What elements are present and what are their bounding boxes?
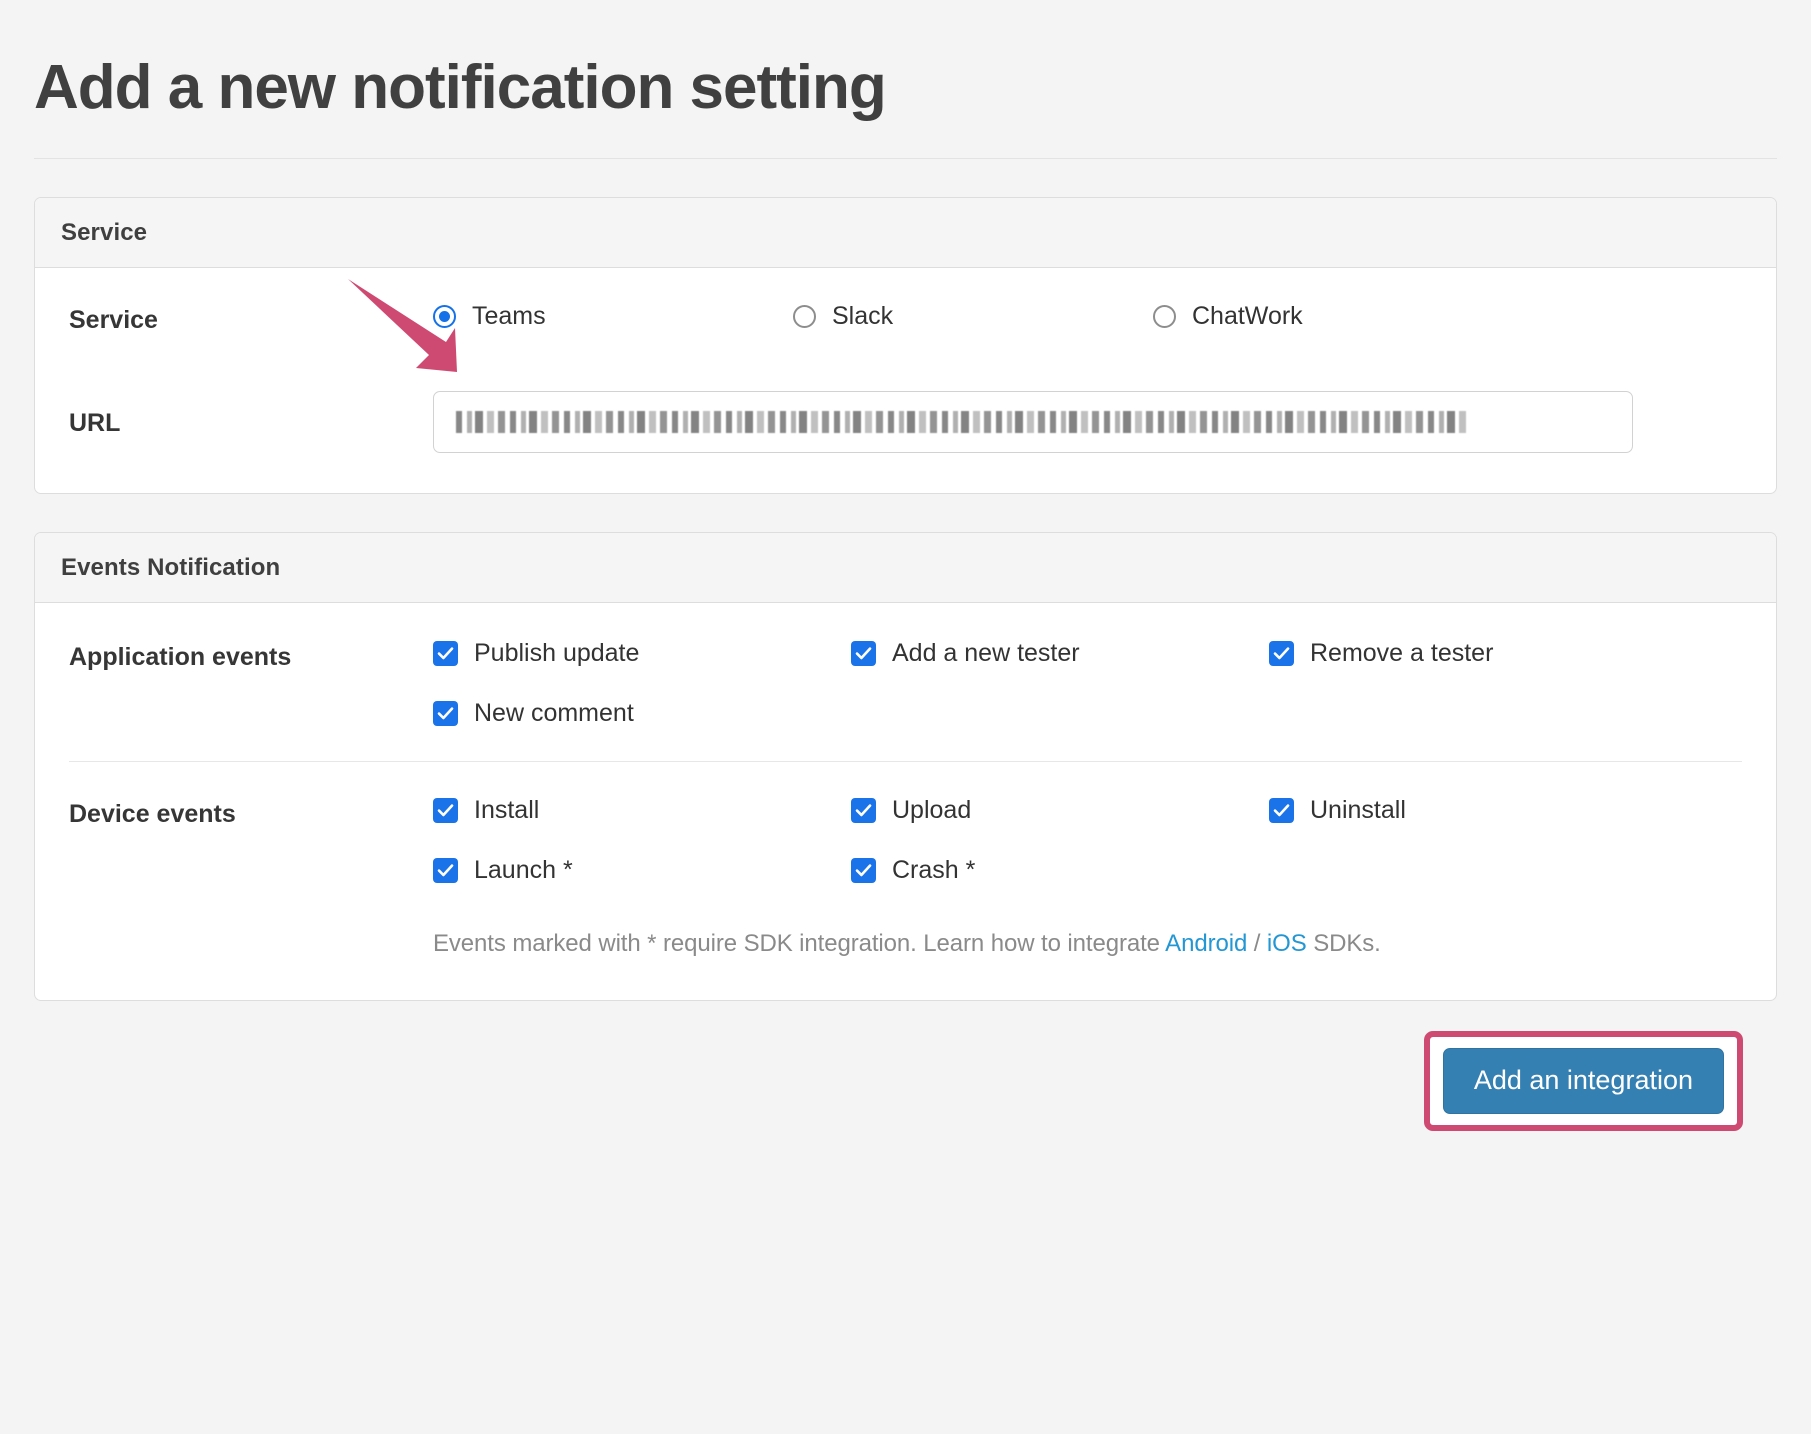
checkbox-option-upload[interactable]: Upload [851,798,971,823]
checkmark-icon[interactable] [433,798,458,823]
radio-label-slack: Slack [832,304,893,329]
checkbox-label-uninstall: Uninstall [1310,798,1406,823]
checkmark-icon[interactable] [851,798,876,823]
url-row-label: URL [35,407,433,438]
radio-teams-icon[interactable] [433,305,456,328]
service-panel-header: Service [35,198,1776,268]
url-control [433,391,1742,453]
service-panel-body: Service Teams Slack [35,268,1776,493]
device-events-options: Install Upload [433,798,1750,888]
application-events-row-1: Publish update Add a new tester [433,641,1750,671]
checkbox-cell-add-a-new-tester: Add a new tester [851,641,1269,671]
ios-sdk-link[interactable]: iOS [1267,930,1307,957]
checkmark-icon[interactable] [851,641,876,666]
checkmark-icon[interactable] [433,641,458,666]
submit-button-highlight-annotation: Add an integration [1424,1031,1743,1131]
device-events-row-1: Install Upload [433,798,1750,828]
checkbox-cell-uninstall: Uninstall [1269,798,1687,828]
service-option-slack-cell: Slack [793,304,1153,333]
add-an-integration-button[interactable]: Add an integration [1443,1048,1724,1114]
radio-label-chatwork: ChatWork [1192,304,1303,329]
application-events-row-2: New comment [433,701,1750,731]
service-option-chatwork-cell: ChatWork [1153,304,1513,333]
checkbox-label-new-comment: New comment [474,701,634,726]
checkbox-cell-launch: Launch * [433,858,851,888]
checkmark-icon[interactable] [433,701,458,726]
page-header: Add a new notification setting [0,0,1811,120]
sdk-footnote-separator: / [1247,930,1267,957]
radio-slack-icon[interactable] [793,305,816,328]
radio-option-slack[interactable]: Slack [793,304,893,329]
sdk-footnote-text-after: SDKs. [1307,930,1381,957]
service-panel-title: Service [61,219,147,246]
device-events-row: Device events Install [35,762,1776,914]
radio-chatwork-icon[interactable] [1153,305,1176,328]
radio-label-teams: Teams [472,304,546,329]
events-panel-title: Events Notification [61,554,280,581]
application-events-options: Publish update Add a new tester [433,641,1750,731]
device-events-row-2: Launch * Crash * [433,858,1750,888]
checkbox-option-new-comment[interactable]: New comment [433,701,634,726]
sdk-footnote: Events marked with * require SDK integra… [35,914,1776,1000]
checkbox-cell-new-comment: New comment [433,701,851,731]
checkbox-option-remove-a-tester[interactable]: Remove a tester [1269,641,1493,666]
application-events-row: Application events Publish update [35,603,1776,761]
checkbox-label-add-a-new-tester: Add a new tester [892,641,1080,666]
service-row: Service Teams Slack [35,268,1776,369]
device-events-label: Device events [35,798,433,829]
sdk-footnote-text-before: Events marked with * require SDK integra… [433,930,1165,957]
checkbox-cell-install: Install [433,798,851,828]
events-notification-panel: Events Notification Application events P… [34,532,1777,1001]
checkbox-option-crash[interactable]: Crash * [851,858,975,883]
title-divider [34,158,1777,159]
events-panel-body: Application events Publish update [35,603,1776,1000]
radio-option-chatwork[interactable]: ChatWork [1153,304,1303,329]
events-panel-header: Events Notification [35,533,1776,603]
page-title: Add a new notification setting [34,55,1811,120]
checkbox-label-upload: Upload [892,798,971,823]
checkbox-cell-publish-update: Publish update [433,641,851,671]
android-sdk-link[interactable]: Android [1165,930,1247,957]
checkbox-option-add-a-new-tester[interactable]: Add a new tester [851,641,1080,666]
radio-option-teams[interactable]: Teams [433,304,546,329]
checkbox-option-uninstall[interactable]: Uninstall [1269,798,1406,823]
checkbox-cell-upload: Upload [851,798,1269,828]
checkmark-icon[interactable] [1269,798,1294,823]
service-options: Teams Slack ChatWork [433,304,1750,333]
url-redacted-value [456,411,1466,433]
checkmark-icon[interactable] [433,858,458,883]
application-events-label: Application events [35,641,433,672]
form-footer: Add an integration [34,1001,1777,1131]
url-row: URL [35,369,1776,493]
service-option-teams-cell: Teams [433,304,793,333]
checkbox-option-launch[interactable]: Launch * [433,858,573,883]
checkbox-option-publish-update[interactable]: Publish update [433,641,639,666]
content-wrapper: Service Service Teams [0,197,1811,1131]
checkbox-label-remove-a-tester: Remove a tester [1310,641,1493,666]
checkbox-option-install[interactable]: Install [433,798,539,823]
service-row-label: Service [35,304,433,335]
url-input[interactable] [433,391,1633,453]
checkbox-label-launch: Launch * [474,858,573,883]
checkbox-cell-remove-a-tester: Remove a tester [1269,641,1687,671]
checkbox-label-crash: Crash * [892,858,975,883]
checkmark-icon[interactable] [1269,641,1294,666]
service-panel: Service Service Teams [34,197,1777,494]
checkbox-label-publish-update: Publish update [474,641,639,666]
checkbox-label-install: Install [474,798,539,823]
checkmark-icon[interactable] [851,858,876,883]
checkbox-cell-crash: Crash * [851,858,1269,888]
